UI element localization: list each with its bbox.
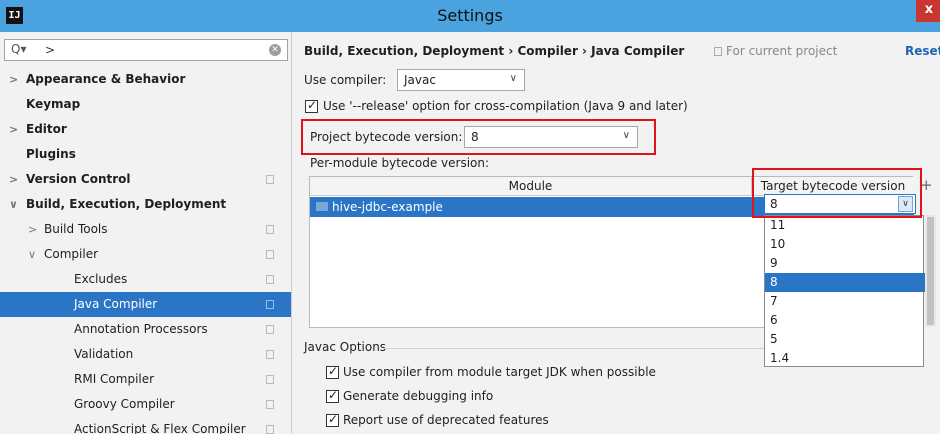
use-module-jdk-label: Use compiler from module target JDK when… — [343, 365, 656, 379]
chevron-right-icon[interactable]: > — [9, 167, 18, 192]
sidebar-item-label: Java Compiler — [74, 297, 158, 311]
sidebar-item-editor[interactable]: > Editor — [0, 117, 291, 142]
dropdown-option-10[interactable]: 10 — [765, 235, 925, 254]
sidebar-item-label: Groovy Compiler — [74, 397, 175, 411]
dropdown-option-1-4[interactable]: 1.4 — [765, 349, 925, 368]
title-bar: IJ Settings x — [0, 0, 940, 32]
project-scope-icon — [266, 175, 274, 184]
debugging-info-checkbox[interactable]: ✓ — [326, 388, 339, 403]
sidebar-item-plugins[interactable]: Plugins — [0, 142, 291, 167]
javac-options-label: Javac Options — [304, 340, 387, 354]
breadcrumb: Build, Execution, Deployment › Compiler … — [304, 44, 685, 58]
project-scope-icon — [266, 350, 274, 359]
chevron-right-icon[interactable]: > — [9, 67, 18, 92]
checkmark-icon: ✓ — [328, 388, 339, 402]
settings-sidebar: Q▾ > ✕ > Appearance & Behavior Keymap > … — [0, 32, 292, 434]
for-current-project-text: For current project — [726, 44, 838, 58]
sidebar-item-version-control[interactable]: > Version Control — [0, 167, 291, 192]
sidebar-item-groovy-compiler[interactable]: Groovy Compiler — [0, 392, 291, 417]
scrollbar-thumb[interactable] — [927, 217, 934, 325]
sidebar-item-appearance[interactable]: > Appearance & Behavior — [0, 67, 291, 92]
sidebar-item-build-execution-deployment[interactable]: ∨ Build, Execution, Deployment — [0, 192, 291, 217]
use-compiler-value: Javac — [404, 73, 436, 87]
chevron-down-icon[interactable]: ∨ — [28, 242, 36, 267]
search-input[interactable]: Q▾ > ✕ — [4, 39, 288, 61]
checkmark-icon: ✓ — [328, 364, 339, 378]
chevron-right-icon[interactable]: > — [28, 217, 37, 242]
use-compiler-label: Use compiler: — [304, 73, 387, 87]
sidebar-item-label: Annotation Processors — [74, 322, 208, 336]
sidebar-item-compiler[interactable]: ∨ Compiler — [0, 242, 291, 267]
checkmark-icon: ✓ — [328, 412, 339, 426]
table-row[interactable]: hive-jdbc-example — [310, 197, 752, 217]
module-folder-icon — [316, 202, 328, 211]
dropdown-option-5[interactable]: 5 — [765, 330, 925, 349]
sidebar-item-keymap[interactable]: Keymap — [0, 92, 291, 117]
table-scrollbar[interactable] — [925, 215, 936, 327]
dropdown-option-9[interactable]: 9 — [765, 254, 925, 273]
deprecated-features-label: Report use of deprecated features — [343, 413, 549, 427]
module-column-header[interactable]: Module — [310, 177, 752, 196]
sidebar-item-label: Appearance & Behavior — [26, 72, 186, 86]
debugging-info-label: Generate debugging info — [343, 389, 494, 403]
sidebar-item-label: Compiler — [44, 247, 99, 261]
project-scope-icon — [266, 275, 274, 284]
sidebar-item-label: Build Tools — [44, 222, 108, 236]
sidebar-item-label: RMI Compiler — [74, 372, 155, 386]
module-name: hive-jdbc-example — [332, 200, 443, 214]
chevron-right-icon[interactable]: > — [9, 117, 18, 142]
sidebar-item-build-tools[interactable]: > Build Tools — [0, 217, 291, 242]
sidebar-item-label: Plugins — [26, 147, 76, 161]
highlight-project-bytecode — [301, 119, 656, 155]
sidebar-item-label: Build, Execution, Deployment — [26, 197, 227, 211]
sidebar-item-label: Version Control — [26, 172, 131, 186]
reset-link[interactable]: Reset — [905, 44, 940, 58]
sidebar-item-rmi-compiler[interactable]: RMI Compiler — [0, 367, 291, 392]
window-title: Settings — [437, 6, 503, 25]
chevron-down-icon[interactable]: ∨ — [9, 192, 18, 217]
project-scope-icon — [266, 300, 274, 309]
search-icon[interactable]: Q▾ — [11, 42, 26, 56]
checkmark-icon: ✓ — [307, 98, 318, 112]
sidebar-item-label: Editor — [26, 122, 67, 136]
sidebar-item-label: ActionScript & Flex Compiler — [74, 422, 246, 434]
dropdown-option-11[interactable]: 11 — [765, 216, 925, 235]
sidebar-item-label: Keymap — [26, 97, 81, 111]
project-scope-icon — [266, 325, 274, 334]
project-scope-icon — [266, 250, 274, 259]
clear-search-icon[interactable]: ✕ — [269, 44, 281, 56]
project-scope-icon — [714, 47, 722, 56]
chevron-down-icon: ∨ — [509, 73, 517, 84]
per-module-label: Per-module bytecode version: — [310, 156, 490, 170]
use-compiler-select[interactable]: Javac ∨ — [397, 69, 525, 91]
sidebar-item-label: Excludes — [74, 272, 128, 286]
use-module-jdk-checkbox[interactable]: ✓ — [326, 364, 339, 379]
project-scope-icon — [266, 225, 274, 234]
project-scope-icon — [266, 400, 274, 409]
target-bytecode-dropdown: 11 10 9 8 7 6 5 1.4 — [764, 215, 925, 368]
dropdown-option-6[interactable]: 6 — [765, 311, 925, 330]
sidebar-item-excludes[interactable]: Excludes — [0, 267, 291, 292]
for-current-project-note: For current project — [714, 44, 837, 58]
project-scope-icon — [266, 425, 274, 434]
sidebar-item-label: Validation — [74, 347, 134, 361]
sidebar-item-validation[interactable]: Validation — [0, 342, 291, 367]
close-button[interactable]: x — [916, 0, 940, 22]
deprecated-features-checkbox[interactable]: ✓ — [326, 412, 339, 427]
highlight-target-bytecode — [752, 168, 922, 218]
dropdown-option-7[interactable]: 7 — [765, 292, 925, 311]
sidebar-item-annotation-processors[interactable]: Annotation Processors — [0, 317, 291, 342]
release-option-checkbox[interactable]: ✓ — [305, 98, 318, 113]
project-scope-icon — [266, 375, 274, 384]
sidebar-item-java-compiler[interactable]: Java Compiler — [0, 292, 291, 317]
search-input-value: > — [45, 43, 56, 57]
release-option-label: Use '--release' option for cross-compila… — [323, 99, 688, 113]
dropdown-option-8[interactable]: 8 — [765, 273, 925, 292]
sidebar-item-actionscript-flex-compiler[interactable]: ActionScript & Flex Compiler — [0, 417, 291, 434]
